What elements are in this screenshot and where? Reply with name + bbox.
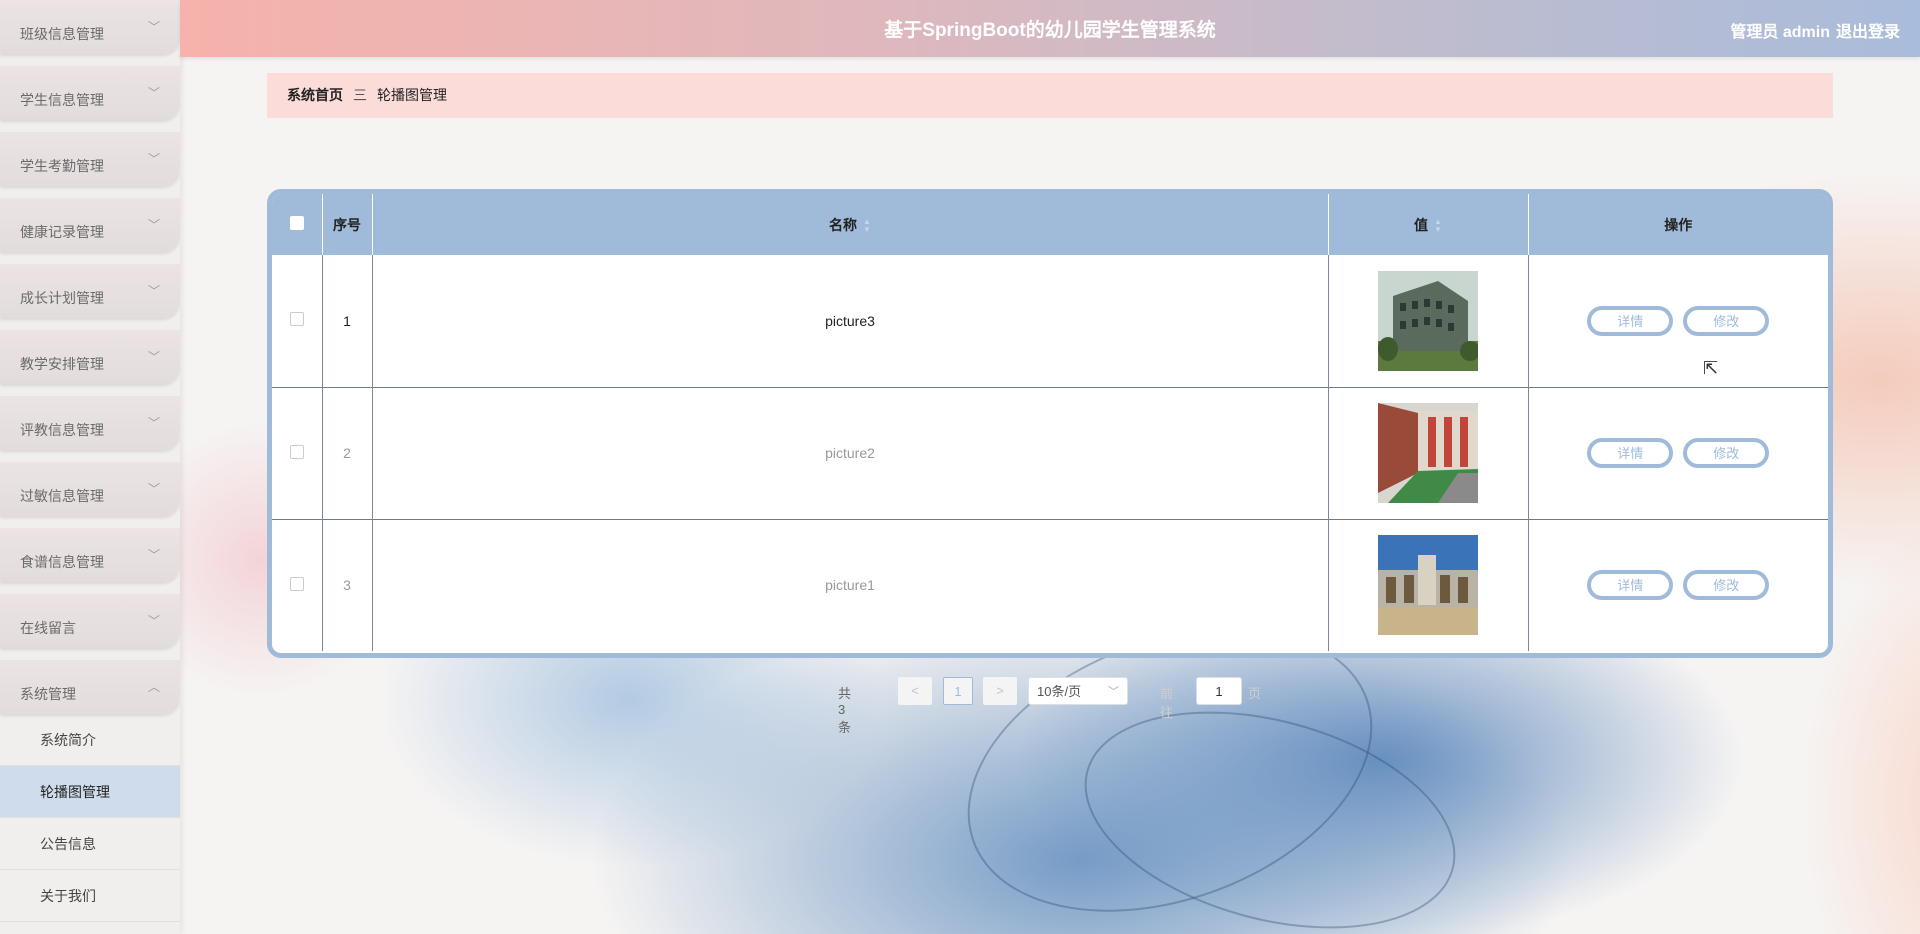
- sidebar-item-label: 健康记录管理: [20, 224, 104, 240]
- row-checkbox-cell: [272, 255, 323, 387]
- sidebar-item-recipe[interactable]: 食谱信息管理 ﹀: [0, 528, 180, 582]
- building-thumbnail-image[interactable]: [1378, 535, 1478, 636]
- column-header-actions: 操作: [1664, 216, 1693, 233]
- sidebar-item-student-info[interactable]: 学生信息管理 ﹀: [0, 66, 180, 120]
- building-thumbnail-image[interactable]: [1378, 403, 1478, 503]
- row-name: picture2: [372, 386, 1329, 519]
- sidebar-subitem-announcements[interactable]: 公告信息: [0, 818, 180, 870]
- mouse-cursor-icon: ⇱: [1703, 358, 1719, 378]
- row-actions: 详情 修改: [1528, 255, 1828, 387]
- row-image-cell: [1328, 518, 1529, 651]
- sidebar-item-attendance[interactable]: 学生考勤管理 ﹀: [0, 132, 180, 186]
- column-header-value-label: 值: [1414, 216, 1429, 233]
- column-header-index: 序号: [322, 194, 373, 255]
- sidebar-subitem-about[interactable]: 关于我们: [0, 870, 180, 922]
- sidebar-item-system[interactable]: 系统管理 ︿: [0, 660, 180, 714]
- chevron-down-icon: ﹀: [147, 284, 160, 298]
- sidebar-subitem-intro[interactable]: 系统简介: [0, 714, 180, 766]
- row-checkbox[interactable]: [289, 312, 304, 327]
- breadcrumb-separator: 三: [353, 87, 367, 103]
- goto-page-input[interactable]: 1: [1196, 677, 1242, 705]
- next-page-button[interactable]: >: [983, 677, 1017, 705]
- chevron-down-icon: ﹀: [147, 416, 160, 430]
- column-header-name[interactable]: 名称 ▲ ▼: [372, 194, 1329, 255]
- goto-suffix: 页: [1248, 686, 1262, 701]
- detail-button[interactable]: 详情: [1587, 438, 1674, 468]
- page-size-value: 10条/页: [1037, 684, 1082, 699]
- chevron-up-icon: ︿: [147, 680, 160, 694]
- prev-page-button[interactable]: <: [898, 677, 932, 705]
- sidebar-item-teaching[interactable]: 教学安排管理 ﹀: [0, 330, 180, 384]
- goto-prefix: 前往: [1160, 686, 1174, 720]
- row-checkbox-cell: [272, 386, 323, 519]
- row-index: 1: [322, 255, 373, 387]
- data-table: 序号 名称 ▲ ▼ 值 ▲ ▼ 操作 1 picture3 详情 修改 2 pi…: [267, 189, 1833, 658]
- top-header: 基于SpringBoot的幼儿园学生管理系统 管理员 admin 退出登录: [180, 0, 1920, 57]
- sort-icon[interactable]: ▲ ▼: [863, 217, 871, 234]
- sidebar-item-allergy[interactable]: 过敏信息管理 ﹀: [0, 462, 180, 516]
- table-row: 1 picture3 详情 修改: [272, 255, 1828, 387]
- chevron-down-icon: ﹀: [147, 614, 160, 628]
- sidebar-item-evaluation[interactable]: 评教信息管理 ﹀: [0, 396, 180, 450]
- row-checkbox[interactable]: [289, 444, 304, 459]
- app-title: 基于SpringBoot的幼儿园学生管理系统: [884, 20, 1216, 41]
- sidebar-item-label: 食谱信息管理: [20, 554, 104, 570]
- row-image-cell: [1328, 386, 1529, 519]
- sidebar-item-label: 在线留言: [20, 620, 76, 636]
- sidebar-item-health[interactable]: 健康记录管理 ﹀: [0, 198, 180, 252]
- logout-button[interactable]: 退出登录: [1836, 18, 1900, 42]
- sidebar-item-label: 班级信息管理: [20, 26, 104, 42]
- sidebar-item-label: 成长计划管理: [20, 290, 104, 306]
- row-actions: 详情 修改: [1528, 386, 1828, 519]
- breadcrumb: 系统首页三轮播图管理: [267, 73, 1833, 118]
- sidebar-item-label: 系统管理: [20, 686, 76, 702]
- row-checkbox[interactable]: [289, 576, 304, 591]
- sidebar-item-label: 学生信息管理: [20, 92, 104, 108]
- sidebar-subitem-carousel[interactable]: 轮播图管理: [0, 766, 180, 818]
- edit-button[interactable]: 修改: [1683, 305, 1770, 336]
- page-number-button[interactable]: 1: [943, 677, 973, 705]
- detail-button[interactable]: 详情: [1587, 570, 1674, 601]
- sidebar-item-label: 教学安排管理: [20, 356, 104, 372]
- building-thumbnail-image[interactable]: [1378, 270, 1478, 371]
- select-all-checkbox-cell: [272, 194, 323, 255]
- sidebar-item-growth-plan[interactable]: 成长计划管理 ﹀: [0, 264, 180, 318]
- sidebar-item-label: 学生考勤管理: [20, 158, 104, 174]
- detail-button[interactable]: 详情: [1587, 305, 1674, 336]
- row-name: picture3: [372, 255, 1329, 387]
- breadcrumb-current: 轮播图管理: [377, 87, 447, 103]
- chevron-down-icon: ﹀: [1108, 686, 1119, 698]
- chevron-down-icon: ﹀: [147, 86, 160, 100]
- sort-icon[interactable]: ▲ ▼: [1434, 217, 1442, 234]
- chevron-down-icon: ﹀: [147, 20, 160, 34]
- row-name: picture1: [372, 518, 1329, 651]
- row-actions: 详情 修改: [1528, 518, 1828, 651]
- sidebar-item-label: 评教信息管理: [20, 422, 104, 438]
- row-image-cell: [1328, 255, 1529, 387]
- chevron-down-icon: ﹀: [147, 482, 160, 496]
- sidebar-item-class-info[interactable]: 班级信息管理 ﹀: [0, 0, 180, 54]
- select-all-checkbox[interactable]: [289, 216, 304, 230]
- chevron-down-icon: ﹀: [147, 152, 160, 166]
- table-header-row: 序号 名称 ▲ ▼ 值 ▲ ▼ 操作: [272, 194, 1828, 255]
- column-header-value[interactable]: 值 ▲ ▼: [1328, 194, 1529, 255]
- chevron-down-icon: ﹀: [147, 218, 160, 232]
- pagination-total: 共 3 条: [838, 686, 852, 735]
- sidebar-item-messages[interactable]: 在线留言 ﹀: [0, 594, 180, 648]
- chevron-down-icon: ﹀: [147, 350, 160, 364]
- row-index: 3: [322, 518, 373, 651]
- sidebar: 班级信息管理 ﹀ 学生信息管理 ﹀ 学生考勤管理 ﹀ 健康记录管理 ﹀ 成长计划管理 ﹀ …: [0, 0, 180, 934]
- edit-button[interactable]: 修改: [1683, 570, 1770, 601]
- table-row: 3 picture1 详情 修改: [272, 518, 1828, 651]
- row-index: 2: [322, 386, 373, 519]
- table-row: 2 picture2 详情 修改: [272, 386, 1828, 519]
- breadcrumb-home[interactable]: 系统首页: [287, 87, 343, 103]
- edit-button[interactable]: 修改: [1683, 438, 1770, 468]
- sidebar-item-label: 过敏信息管理: [20, 488, 104, 504]
- row-checkbox-cell: [272, 518, 323, 651]
- page-size-select[interactable]: 10条/页 ﹀: [1028, 677, 1128, 705]
- column-header-name-label: 名称: [829, 216, 858, 233]
- user-label: 管理员 admin: [1730, 24, 1830, 41]
- chevron-down-icon: ﹀: [147, 548, 160, 562]
